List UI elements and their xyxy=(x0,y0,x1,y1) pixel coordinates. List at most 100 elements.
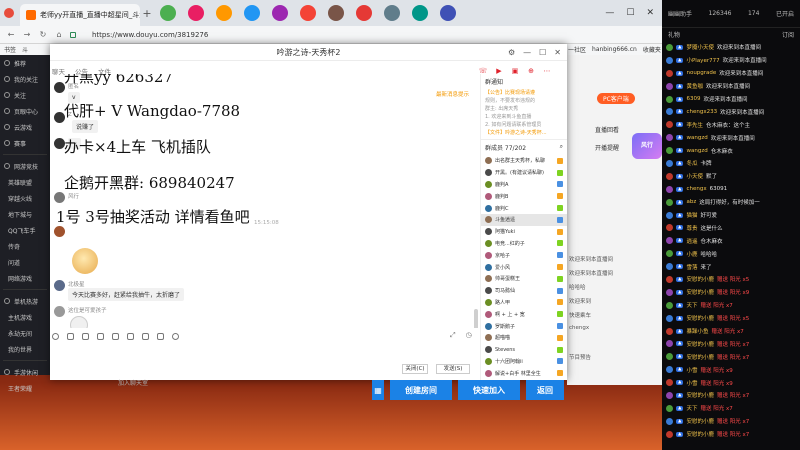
clock-icon[interactable] xyxy=(172,332,179,340)
pinned-app-icon[interactable] xyxy=(412,5,428,21)
danmaku-user[interactable]: 安慰的小鹿 xyxy=(686,430,714,438)
danmaku-user[interactable]: 小天使 xyxy=(686,172,703,180)
danmaku-user[interactable]: wangzd xyxy=(686,135,707,141)
pinned-app-icon[interactable] xyxy=(272,5,288,21)
danmaku-user[interactable]: 安慰的小鹿 xyxy=(686,391,714,399)
pinned-app-icon[interactable] xyxy=(440,5,456,21)
danmaku-user[interactable]: 安慰的小鹿 xyxy=(686,353,714,361)
danmaku-user[interactable]: 安慰的小鹿 xyxy=(686,340,714,348)
settings-icon[interactable]: ⚙ xyxy=(508,48,515,57)
danmaku-user[interactable]: 猫猫 xyxy=(686,211,697,219)
sidebar-category[interactable]: 我的世界 xyxy=(0,341,50,357)
pinned-app-icon[interactable] xyxy=(216,5,232,21)
gift-icon[interactable] xyxy=(142,332,149,340)
member-row[interactable]: 京哈子 xyxy=(481,249,567,261)
folder-icon[interactable] xyxy=(97,332,104,340)
sidebar-category[interactable]: 主机游戏 xyxy=(0,309,50,325)
gift-tab[interactable]: 礼物 xyxy=(668,30,680,39)
danmaku-user[interactable]: 黄鱼咖 xyxy=(686,82,703,90)
pinned-app-icon[interactable] xyxy=(384,5,400,21)
url-field[interactable]: https://www.douyu.com/3819276 xyxy=(92,31,208,39)
send-button[interactable]: 发送(S) xyxy=(436,364,470,374)
avatar[interactable] xyxy=(54,226,65,237)
danmaku-user[interactable]: 逍遥 xyxy=(686,237,697,245)
refresh-icon[interactable]: ↻ xyxy=(38,30,48,39)
member-row[interactable]: 鹿判B xyxy=(481,190,567,202)
danmaku-user[interactable]: chengx xyxy=(686,186,706,192)
danmaku-user[interactable]: 尊贵 xyxy=(686,224,697,232)
danmaku-user[interactable]: 冬瓜 xyxy=(686,159,697,167)
sidebar-category[interactable]: 永劫无间 xyxy=(0,325,50,341)
maximize-icon[interactable]: ☐ xyxy=(539,48,546,57)
sidebar-category[interactable]: 单机热游 xyxy=(0,293,50,309)
danmaku-user[interactable]: abz xyxy=(686,199,696,205)
member-row[interactable]: Stevens xyxy=(481,344,567,356)
member-row[interactable]: 鹿判C xyxy=(481,202,567,214)
danmaku-user[interactable]: 安慰的小鹿 xyxy=(686,288,714,296)
bookmark-item[interactable]: hanbing666.cn xyxy=(592,46,637,53)
home-icon[interactable]: ⌂ xyxy=(54,30,64,39)
sidebar-item-follow[interactable]: 关注 xyxy=(0,87,50,103)
quick-join-button[interactable]: 快速加入 xyxy=(458,380,520,400)
danmaku-user[interactable]: 安慰的小鹿 xyxy=(686,314,714,322)
danmaku-user[interactable]: wangzd xyxy=(686,148,707,154)
pinned-app-icon[interactable] xyxy=(300,5,316,21)
bookmark-item[interactable]: 斗 xyxy=(22,45,28,54)
danmaku-user[interactable]: 梦魇小天使 xyxy=(686,43,714,51)
member-row[interactable]: 爱小风 xyxy=(481,261,567,273)
pinned-app-icon[interactable] xyxy=(160,5,176,21)
member-row[interactable]: 出名群主天秀杯，私聊 xyxy=(481,155,567,167)
sidebar-category[interactable]: 网络游戏 xyxy=(0,270,50,286)
sidebar-category[interactable]: 穿越火线 xyxy=(0,190,50,206)
image-icon[interactable] xyxy=(112,332,119,340)
member-row[interactable]: 啊 + 上 + 宽 xyxy=(481,308,567,320)
search-icon[interactable]: ⌕ xyxy=(560,143,563,152)
create-room-button[interactable]: 创建房间 xyxy=(390,380,452,400)
danmaku-user[interactable]: 小鹿 xyxy=(686,250,697,258)
danmaku-user[interactable]: noupgrade xyxy=(686,70,716,76)
member-row[interactable]: 罗斯鹅子 xyxy=(481,320,567,332)
danmaku-user[interactable]: chengx233 xyxy=(686,109,717,115)
danmaku-user[interactable]: 暴躁小鱼 xyxy=(686,327,708,335)
sidebar-item-cloud-game[interactable]: 云游戏 xyxy=(0,119,50,135)
back-icon[interactable]: ← xyxy=(6,30,16,39)
danmaku-user[interactable]: 安慰的小鹿 xyxy=(686,417,714,425)
member-row[interactable]: 斗鱼逍遥 xyxy=(481,213,567,226)
sidebar-category[interactable]: 英雄联盟 xyxy=(0,174,50,190)
danmaku-user[interactable]: 安慰的小鹿 xyxy=(686,275,714,283)
sidebar-category[interactable]: QQ飞车手 xyxy=(0,222,50,238)
member-row[interactable]: 帅哥蛋糕王 xyxy=(481,273,567,285)
member-row[interactable]: 司马懿仙 xyxy=(481,285,567,297)
bookmark-item[interactable]: 收藏夹 xyxy=(643,45,661,54)
sidebar-category[interactable]: 王者荣耀 xyxy=(0,380,50,396)
scissors-icon[interactable] xyxy=(82,332,89,340)
maximize-icon[interactable]: ☐ xyxy=(626,8,634,18)
music-icon[interactable] xyxy=(127,332,134,340)
avatar[interactable] xyxy=(54,306,65,317)
shake-icon[interactable] xyxy=(157,332,164,340)
member-row[interactable]: 解说+白手 林里全生 xyxy=(481,367,567,379)
avatar[interactable] xyxy=(54,192,65,203)
close-window-icon[interactable]: ✕ xyxy=(646,8,654,18)
member-row[interactable]: 十六团阿翰ii xyxy=(481,356,567,368)
member-row[interactable]: 鹿判A xyxy=(481,179,567,191)
sidebar-category[interactable]: 网游竞技 xyxy=(0,158,50,174)
minimize-icon[interactable]: — xyxy=(523,48,531,57)
subscribe-tab[interactable]: 订阅 xyxy=(782,30,794,39)
pinned-app-icon[interactable] xyxy=(356,5,372,21)
event-badge[interactable]: 风行 xyxy=(632,133,662,159)
room-icon[interactable]: ▦ xyxy=(372,380,384,400)
latest-msg-link[interactable]: 最新消息提示 xyxy=(436,90,469,98)
danmaku-user[interactable]: 小雪 xyxy=(686,366,697,374)
join-chat-input[interactable]: 加入聊天室 xyxy=(118,378,148,387)
expand-icon[interactable]: ⤢ xyxy=(450,331,456,340)
tab-replay[interactable]: 直播回看 xyxy=(595,125,619,134)
member-row[interactable]: 路人甲 xyxy=(481,297,567,309)
notice-line[interactable]: 【文件】吟游之诗-天秀杯... xyxy=(481,129,567,137)
gif-icon[interactable] xyxy=(67,332,74,340)
sidebar-item-following[interactable]: 我的关注 xyxy=(0,71,50,87)
bookmark-item[interactable]: 一社区 xyxy=(568,45,586,54)
pinned-app-icon[interactable] xyxy=(188,5,204,21)
sidebar-category[interactable]: 手游休闲 xyxy=(0,364,50,380)
close-button[interactable]: 关闭(C) xyxy=(402,364,428,374)
